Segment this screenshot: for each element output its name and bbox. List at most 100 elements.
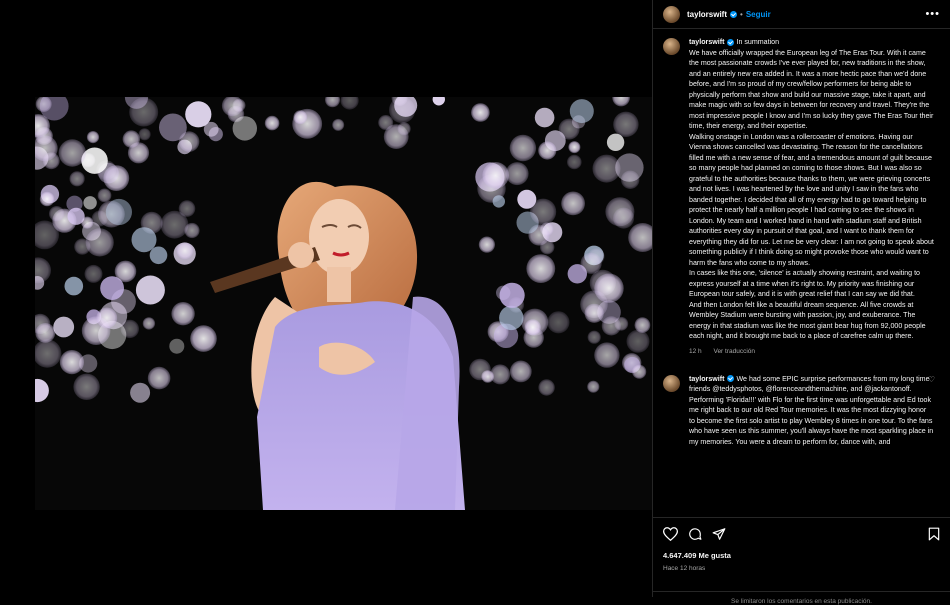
bokeh-light	[178, 131, 200, 152]
bokeh-light	[569, 99, 594, 124]
bokeh-light	[568, 141, 581, 154]
post-time: Hace 12 horas	[663, 565, 706, 572]
share-icon[interactable]	[712, 527, 726, 541]
bokeh-light	[613, 207, 635, 229]
bokeh-light	[397, 122, 411, 136]
bokeh-light	[626, 329, 650, 353]
bokeh-light	[84, 264, 103, 283]
avatar[interactable]	[663, 5, 680, 23]
concert-photo	[35, 97, 652, 510]
bokeh-light	[615, 153, 644, 182]
header-username[interactable]: taylorswift	[687, 10, 727, 19]
caption-meta: 12 h Ver traducción	[689, 348, 934, 355]
heart-icon[interactable]	[663, 527, 678, 541]
bokeh-light	[169, 338, 185, 354]
bokeh-light	[538, 379, 555, 396]
bookmark-icon[interactable]	[928, 527, 940, 541]
caption: taylorswift In summation We have officia…	[653, 30, 950, 355]
post-media[interactable]: ›	[35, 97, 652, 510]
bokeh-light	[58, 139, 86, 167]
bokeh-light	[613, 111, 639, 137]
verified-icon	[727, 375, 735, 383]
bokeh-light	[469, 358, 491, 381]
bokeh-light	[149, 246, 168, 265]
comment-text-block: taylorswift We had some EPIC surprise pe…	[689, 374, 934, 448]
comment-text: We had some EPIC surprise performances f…	[689, 374, 934, 446]
bokeh-light	[176, 242, 194, 260]
bokeh-light	[594, 273, 624, 303]
bokeh-light	[138, 128, 151, 141]
caption-text: In summation We have officially wrapped …	[689, 38, 934, 340]
verified-icon	[727, 38, 735, 46]
follow-button[interactable]: Seguir	[746, 10, 771, 19]
bokeh-light	[59, 350, 84, 375]
separator: •	[740, 9, 743, 19]
post-header: taylorswift • Seguir •••	[653, 0, 950, 29]
bokeh-light	[85, 228, 114, 257]
bokeh-light	[122, 130, 140, 148]
bokeh-light	[142, 317, 156, 330]
bokeh-light	[499, 282, 525, 308]
bokeh-light	[594, 342, 620, 368]
bokeh-light	[97, 188, 112, 203]
bokeh-light	[49, 206, 65, 222]
bokeh-light	[114, 260, 137, 283]
likes-count[interactable]: 4.647.409 Me gusta	[663, 551, 940, 560]
caption-username[interactable]: taylorswift	[689, 38, 724, 46]
bokeh-light	[526, 254, 556, 283]
bokeh-light	[538, 141, 557, 160]
comment-icon[interactable]	[688, 527, 702, 541]
comment-username[interactable]: taylorswift	[689, 375, 724, 383]
caption-time: 12 h	[689, 347, 702, 355]
bokeh-light	[580, 252, 602, 274]
bokeh-light	[69, 171, 85, 187]
bokeh-light	[264, 115, 280, 131]
action-icons	[663, 525, 940, 543]
bokeh-light	[171, 302, 195, 326]
bokeh-light	[160, 210, 189, 239]
heart-icon[interactable]: ♡	[928, 375, 935, 384]
bokeh-light	[584, 303, 604, 323]
bokeh-light	[530, 198, 557, 225]
bokeh-light	[587, 380, 600, 393]
bokeh-light	[634, 317, 651, 333]
bokeh-light	[130, 382, 151, 403]
caption-text-block: taylorswift In summation We have officia…	[689, 37, 934, 342]
bokeh-light	[83, 196, 97, 210]
bokeh-light	[561, 191, 585, 216]
bokeh-light	[105, 198, 132, 226]
bokeh-light	[131, 227, 157, 253]
verified-icon	[730, 10, 738, 18]
bokeh-light	[471, 103, 490, 122]
bokeh-light	[73, 373, 100, 400]
bokeh-light	[39, 191, 55, 207]
bokeh-light	[293, 110, 308, 125]
bokeh-light	[547, 311, 570, 334]
bokeh-light	[482, 162, 510, 189]
bokeh-light	[135, 275, 165, 305]
bokeh-light	[509, 360, 532, 383]
bokeh-light	[190, 325, 217, 352]
bokeh-light	[587, 330, 601, 344]
bokeh-light	[232, 116, 257, 141]
comments-limited-notice: Se limitaron los comentarios en esta pub…	[653, 591, 950, 605]
bokeh-light	[96, 307, 118, 329]
bokeh-light	[534, 107, 555, 128]
actions-bar: 4.647.409 Me gusta Hace 12 horas Se limi…	[653, 517, 950, 605]
bokeh-light	[81, 216, 94, 229]
avatar[interactable]	[663, 38, 680, 55]
comments-list[interactable]: taylorswift In summation We have officia…	[653, 30, 950, 515]
bokeh-light	[509, 134, 537, 162]
bokeh-light	[540, 240, 555, 255]
bokeh-light	[492, 195, 505, 208]
bokeh-light	[203, 121, 219, 137]
bokeh-light	[478, 236, 495, 253]
avatar[interactable]	[663, 374, 680, 392]
bokeh-light	[505, 162, 529, 186]
post-side-panel: taylorswift • Seguir ••• taylorswift In …	[652, 0, 950, 605]
bokeh-light	[86, 131, 100, 144]
more-icon[interactable]: •••	[925, 8, 940, 20]
bokeh-light	[64, 276, 84, 296]
see-translation-link[interactable]: Ver traducción	[713, 348, 755, 355]
bokeh-light	[499, 305, 524, 331]
